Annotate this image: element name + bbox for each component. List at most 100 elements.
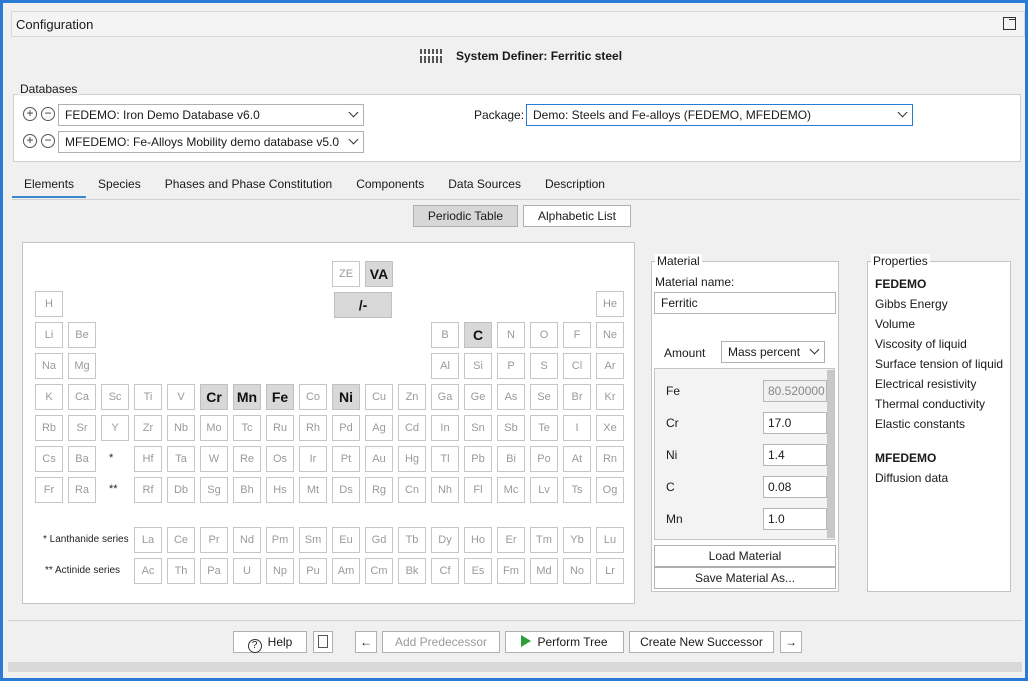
load-material-button[interactable]: Load Material <box>654 545 836 567</box>
element-es[interactable]: Es <box>464 558 492 584</box>
element-ir[interactable]: Ir <box>299 446 327 472</box>
element-kr[interactable]: Kr <box>596 384 624 410</box>
element-ra[interactable]: Ra <box>68 477 96 503</box>
element-na[interactable]: Na <box>35 353 63 379</box>
composition-value-input[interactable]: 17.0 <box>763 412 827 434</box>
periodic-table-button[interactable]: Periodic Table <box>413 205 518 227</box>
element-pb[interactable]: Pb <box>464 446 492 472</box>
element-tl[interactable]: Tl <box>431 446 459 472</box>
element-tc[interactable]: Tc <box>233 415 261 441</box>
save-material-as-button[interactable]: Save Material As... <box>654 567 836 589</box>
back-button[interactable]: ← <box>355 631 377 653</box>
element-b[interactable]: B <box>431 322 459 348</box>
element-si[interactable]: Si <box>464 353 492 379</box>
alphabetic-list-button[interactable]: Alphabetic List <box>523 205 631 227</box>
element-no[interactable]: No <box>563 558 591 584</box>
element-sn[interactable]: Sn <box>464 415 492 441</box>
element-eu[interactable]: Eu <box>332 527 360 553</box>
element-nd[interactable]: Nd <box>233 527 261 553</box>
tab-species[interactable]: Species <box>86 172 153 198</box>
element-f[interactable]: F <box>563 322 591 348</box>
element-mc[interactable]: Mc <box>497 477 525 503</box>
element-rh[interactable]: Rh <box>299 415 327 441</box>
element-pr[interactable]: Pr <box>200 527 228 553</box>
element-au[interactable]: Au <box>365 446 393 472</box>
element-ze[interactable]: ZE <box>332 261 360 287</box>
element-bi[interactable]: Bi <box>497 446 525 472</box>
material-name-input[interactable]: Ferritic <box>654 292 836 314</box>
element-gd[interactable]: Gd <box>365 527 393 553</box>
element-w[interactable]: W <box>200 446 228 472</box>
element-pa[interactable]: Pa <box>200 558 228 584</box>
element-cu[interactable]: Cu <box>365 384 393 410</box>
perform-tree-button[interactable]: Perform Tree <box>505 631 624 653</box>
element-bh[interactable]: Bh <box>233 477 261 503</box>
element-fr[interactable]: Fr <box>35 477 63 503</box>
element-lr[interactable]: Lr <box>596 558 624 584</box>
element-pt[interactable]: Pt <box>332 446 360 472</box>
element-tb[interactable]: Tb <box>398 527 426 553</box>
element-fm[interactable]: Fm <box>497 558 525 584</box>
element-cf[interactable]: Cf <box>431 558 459 584</box>
add-database-icon[interactable]: + <box>23 134 37 148</box>
tab-data-sources[interactable]: Data Sources <box>436 172 533 198</box>
package-select[interactable]: Demo: Steels and Fe-alloys (FEDEMO, MFED… <box>526 104 913 126</box>
element-li[interactable]: Li <box>35 322 63 348</box>
element-nh[interactable]: Nh <box>431 477 459 503</box>
element-v[interactable]: V <box>167 384 195 410</box>
maximize-icon[interactable] <box>1003 17 1016 30</box>
remove-database-icon[interactable]: − <box>41 107 55 121</box>
element-ni[interactable]: Ni <box>332 384 360 410</box>
element-zn[interactable]: Zn <box>398 384 426 410</box>
element-la[interactable]: La <box>134 527 162 553</box>
element-fe[interactable]: Fe <box>266 384 294 410</box>
element-hg[interactable]: Hg <box>398 446 426 472</box>
element-os[interactable]: Os <box>266 446 294 472</box>
element-yb[interactable]: Yb <box>563 527 591 553</box>
element-y[interactable]: Y <box>101 415 129 441</box>
element-al[interactable]: Al <box>431 353 459 379</box>
element-in[interactable]: In <box>431 415 459 441</box>
element-as[interactable]: As <box>497 384 525 410</box>
element-fl[interactable]: Fl <box>464 477 492 503</box>
element-zr[interactable]: Zr <box>134 415 162 441</box>
element-ge[interactable]: Ge <box>464 384 492 410</box>
element-at[interactable]: At <box>563 446 591 472</box>
element-cr[interactable]: Cr <box>200 384 228 410</box>
element-rb[interactable]: Rb <box>35 415 63 441</box>
composition-value-input[interactable]: 1.4 <box>763 444 827 466</box>
element-he[interactable]: He <box>596 291 624 317</box>
element-th[interactable]: Th <box>167 558 195 584</box>
clipboard-button[interactable] <box>313 631 333 653</box>
element-nb[interactable]: Nb <box>167 415 195 441</box>
element-hs[interactable]: Hs <box>266 477 294 503</box>
element-ds[interactable]: Ds <box>332 477 360 503</box>
element-sm[interactable]: Sm <box>299 527 327 553</box>
element-ho[interactable]: Ho <box>464 527 492 553</box>
tab-elements[interactable]: Elements <box>12 172 87 198</box>
element-ru[interactable]: Ru <box>266 415 294 441</box>
element-s[interactable]: S <box>530 353 558 379</box>
element-po[interactable]: Po <box>530 446 558 472</box>
element-te[interactable]: Te <box>530 415 558 441</box>
element-ag[interactable]: Ag <box>365 415 393 441</box>
element-ga[interactable]: Ga <box>431 384 459 410</box>
element-xe[interactable]: Xe <box>596 415 624 441</box>
element-bk[interactable]: Bk <box>398 558 426 584</box>
element-h[interactable]: H <box>35 291 63 317</box>
element-ar[interactable]: Ar <box>596 353 624 379</box>
element-cl[interactable]: Cl <box>563 353 591 379</box>
element-mt[interactable]: Mt <box>299 477 327 503</box>
element-cd[interactable]: Cd <box>398 415 426 441</box>
element-electron[interactable]: /- <box>334 292 392 318</box>
element-hf[interactable]: Hf <box>134 446 162 472</box>
amount-unit-select[interactable]: Mass percent <box>721 341 825 363</box>
element-ne[interactable]: Ne <box>596 322 624 348</box>
element-ac[interactable]: Ac <box>134 558 162 584</box>
help-button[interactable]: ? Help <box>233 631 307 653</box>
element-va[interactable]: VA <box>365 261 393 287</box>
element-ti[interactable]: Ti <box>134 384 162 410</box>
element-mg[interactable]: Mg <box>68 353 96 379</box>
element-rf[interactable]: Rf <box>134 477 162 503</box>
element-md[interactable]: Md <box>530 558 558 584</box>
